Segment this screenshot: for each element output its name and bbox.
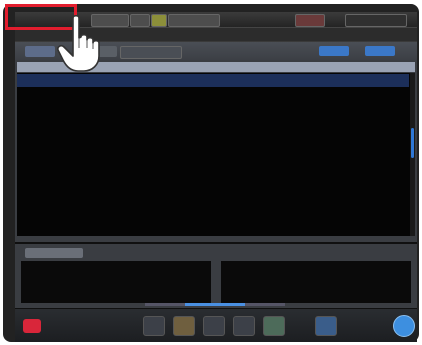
toolbar-button-3[interactable] (203, 316, 225, 336)
page (0, 0, 422, 345)
table-row[interactable] (17, 74, 409, 87)
toolbar-button-4[interactable] (233, 316, 255, 336)
top-tab-status[interactable] (295, 14, 325, 27)
top-tab-4[interactable] (168, 14, 220, 27)
info-box-right (221, 261, 411, 303)
toolbar-button-5[interactable] (263, 316, 285, 336)
info-tab[interactable] (25, 248, 83, 258)
round-action-icon[interactable] (393, 315, 415, 337)
hand-pointer-icon (57, 14, 100, 72)
info-box-left (21, 261, 211, 303)
top-tab-3[interactable] (151, 14, 167, 27)
slider-fill (185, 303, 245, 306)
slider[interactable] (145, 303, 285, 306)
toolbar-button-6[interactable] (315, 316, 337, 336)
filter-field[interactable] (120, 46, 182, 59)
toolbar-button-1[interactable] (143, 316, 165, 336)
top-tab-2[interactable] (130, 14, 150, 27)
exit-button[interactable] (23, 319, 41, 333)
toolbar-button-2[interactable] (173, 316, 195, 336)
action-button-1[interactable] (319, 46, 349, 56)
scroll-thumb[interactable] (411, 128, 414, 158)
grid-body (17, 73, 415, 236)
info-panel (15, 244, 417, 308)
top-clock (345, 14, 407, 27)
scrollbar[interactable] (410, 73, 415, 236)
tab-list[interactable] (25, 46, 55, 57)
bottom-toolbar (15, 309, 417, 342)
action-button-2[interactable] (365, 46, 395, 56)
